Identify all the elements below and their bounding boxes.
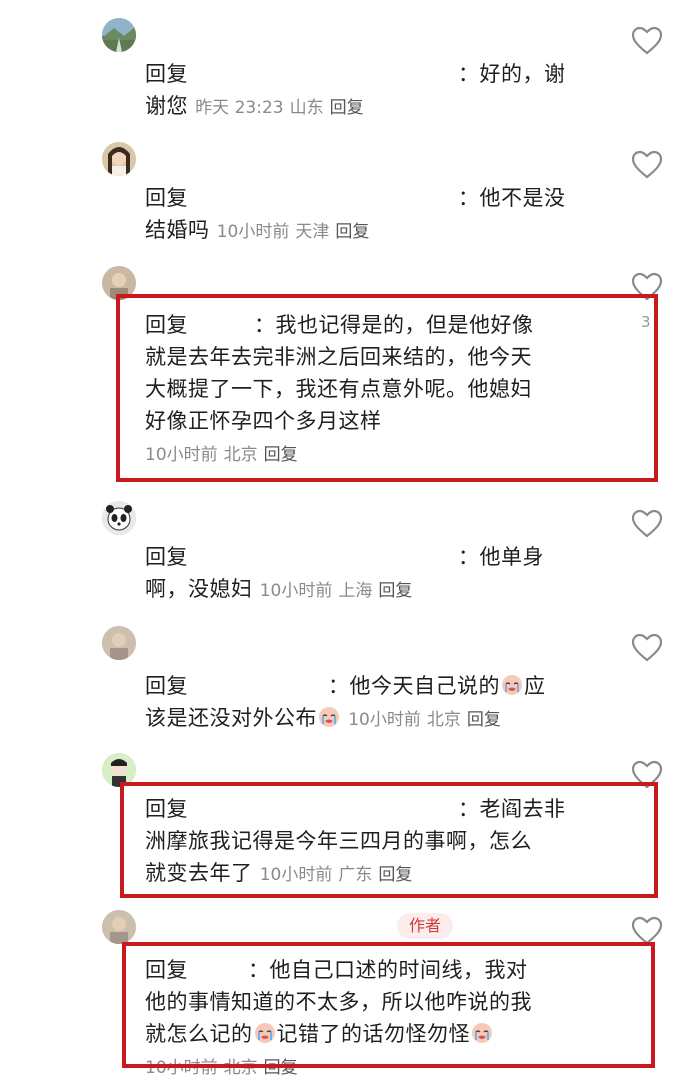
avatar[interactable] [102,501,136,535]
highlight-box [122,942,655,1068]
highlight-box [116,294,658,482]
like-heart-icon[interactable] [631,26,663,56]
comment-text: 回复 ：好的，谢 谢您 昨天 23:23 山东 回复 [145,62,566,118]
reply-link[interactable]: 回复 [330,98,364,118]
crying-emoji-icon [502,675,522,695]
avatar[interactable] [102,18,136,52]
author-badge: 作者 [397,913,453,939]
like-heart-icon[interactable] [631,150,663,180]
reply-prefix: 回复 [145,545,188,569]
like-heart-icon[interactable] [631,633,663,663]
comment-text: 回复 ：他不是没 结婚吗 10小时前 天津 回复 [145,186,566,242]
comment-meta: 昨天 23:23 山东 回复 [195,98,364,118]
comment-text: 回复 ：他今天自己说的应 该是还没对外公布 10小时前 北京 回复 [145,674,546,730]
reply-prefix: 回复 [145,62,188,86]
reply-prefix: 回复 [145,186,188,210]
reply-link[interactable]: 回复 [335,222,369,242]
comment-meta: 10小时前 天津 回复 [216,222,370,242]
crying-emoji-icon [319,707,339,727]
highlight-box [120,782,658,898]
reply-link[interactable]: 回复 [467,710,501,730]
comment-text: 回复 ：他单身 啊，没媳妇 10小时前 上海 回复 [145,545,544,601]
avatar[interactable] [102,626,136,660]
comment-meta: 10小时前 上海 回复 [259,581,413,601]
like-heart-icon[interactable] [631,509,663,539]
reply-link[interactable]: 回复 [378,581,412,601]
reply-prefix: 回复 [145,674,188,698]
avatar[interactable] [102,910,136,944]
avatar[interactable] [102,142,136,176]
comment-meta: 10小时前 北京 回复 [348,710,501,730]
